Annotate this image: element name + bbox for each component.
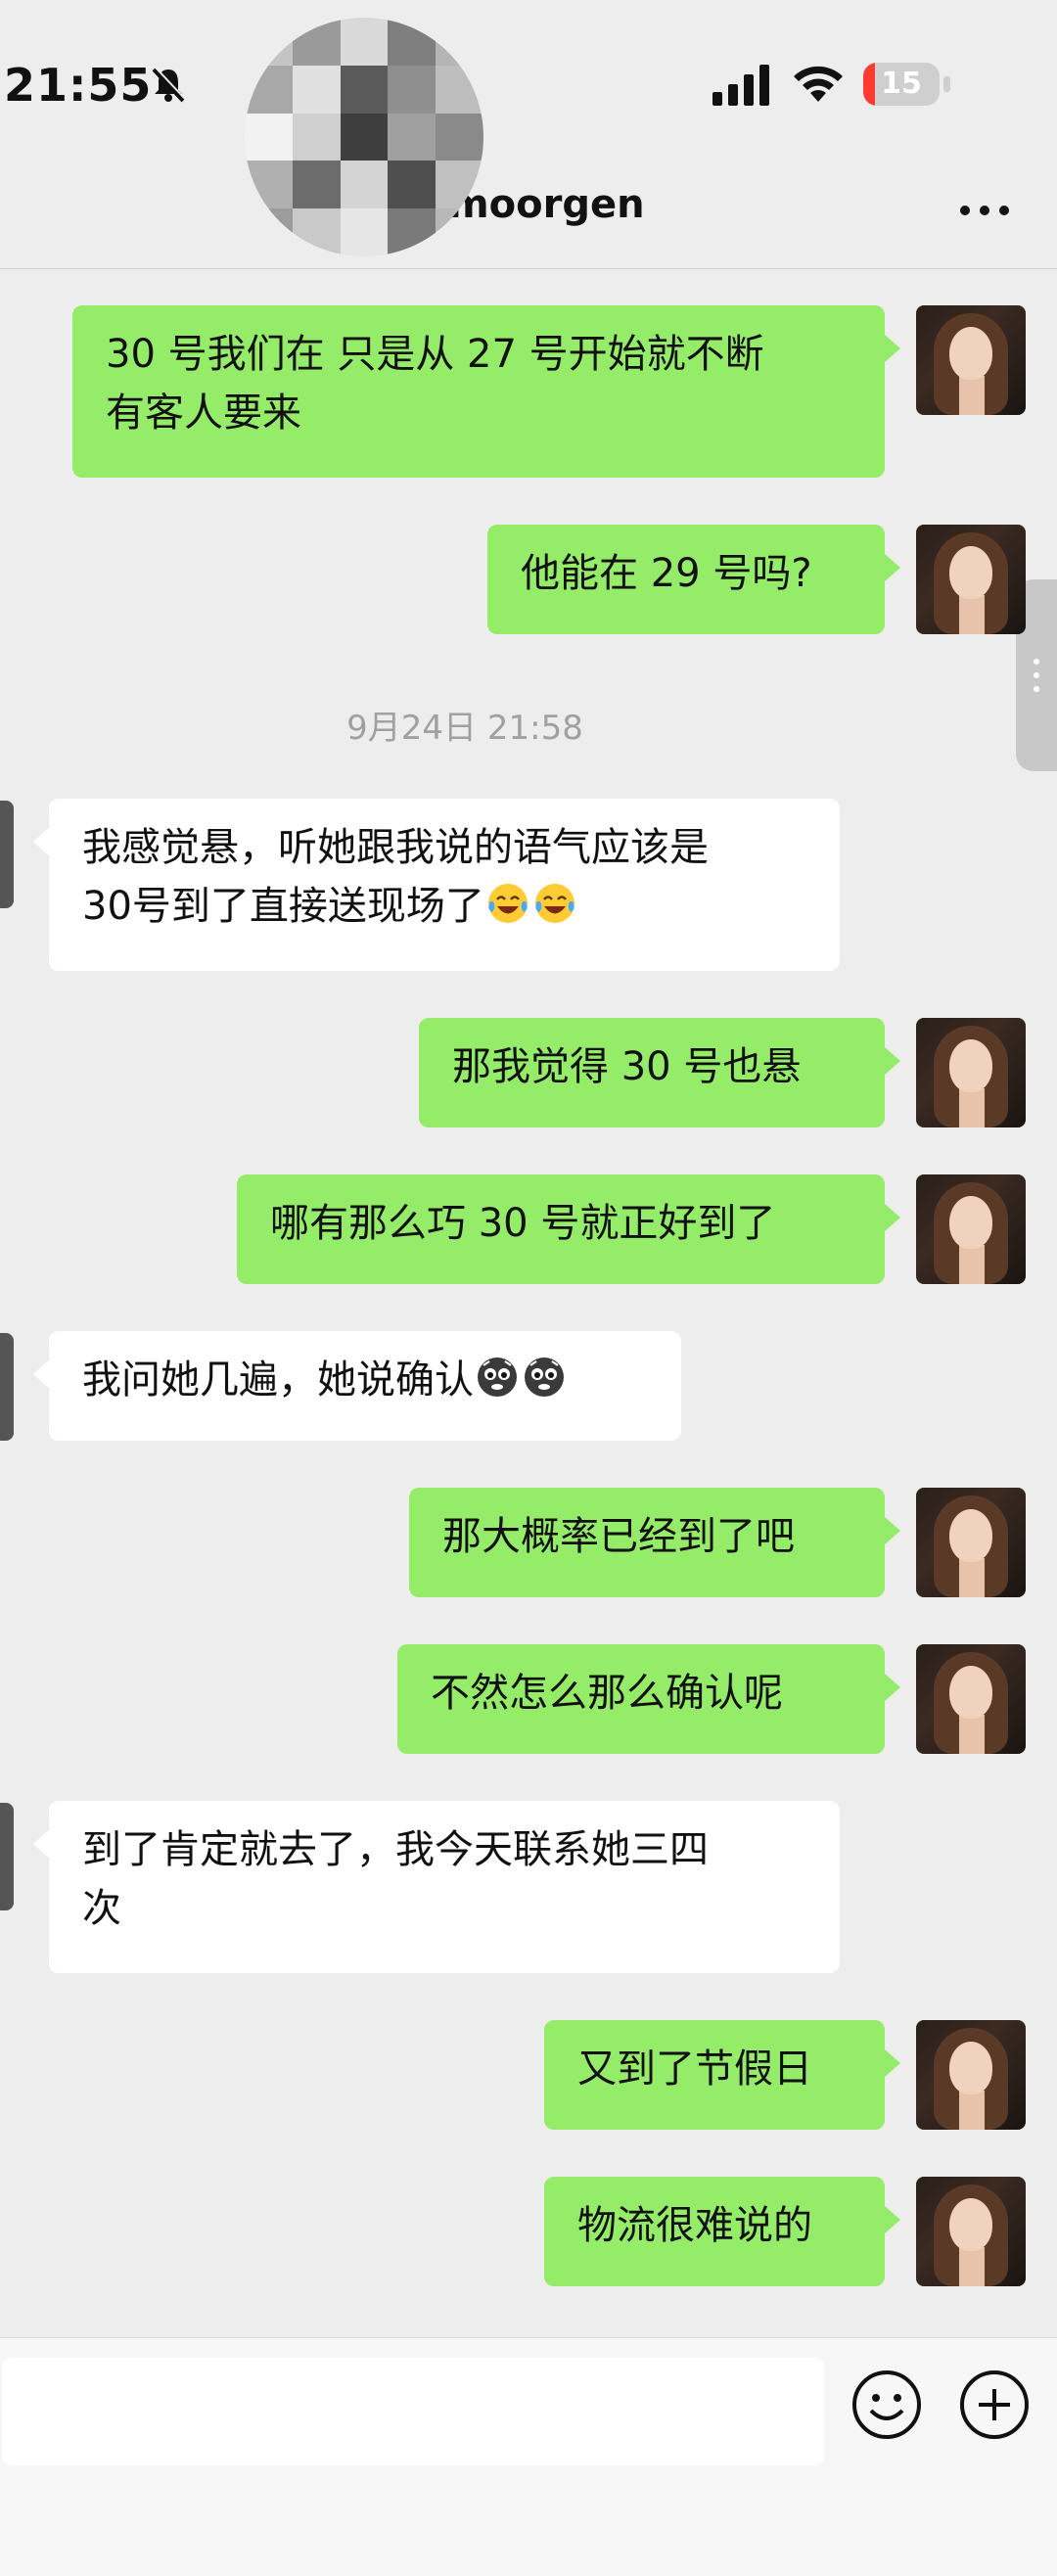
timestamp: 9月24日 21:58 — [346, 709, 583, 748]
input-bar — [0, 2337, 1057, 2576]
avatar-face — [949, 1196, 992, 1249]
outgoing-message-bubble[interactable]: 那大概率已经到了吧 — [409, 1488, 885, 1597]
bubble-tail — [33, 828, 49, 855]
message-input[interactable] — [2, 2358, 824, 2465]
tears-of-joy-emoji-2 — [534, 884, 574, 923]
bubble-tail — [885, 335, 900, 362]
avatar-neck — [959, 1715, 985, 1754]
outgoing-message-bubble[interactable]: 不然怎么那么确认呢 — [397, 1644, 885, 1754]
plus-icon[interactable] — [957, 2368, 1032, 2442]
emoji-icon[interactable] — [850, 2368, 924, 2442]
message-text-line: 那大概率已经到了吧 — [442, 1514, 795, 1559]
my-avatar[interactable] — [916, 1488, 1026, 1597]
avatar-neck — [959, 1088, 985, 1127]
clock: 21:55 — [4, 59, 153, 112]
avatar-face — [949, 2042, 992, 2094]
bell-muted-icon — [152, 67, 186, 103]
chat-screen: 21:55 15 moorgen 30 号我们在 只是从 27 号开始就不断 有… — [0, 0, 1057, 2576]
avatar-neck — [959, 2247, 985, 2286]
bubble-tail — [885, 1047, 900, 1075]
avatar-neck — [959, 1245, 985, 1284]
chat-header: moorgen — [0, 166, 1057, 269]
bubble-tail — [885, 2206, 900, 2233]
avatar-face — [949, 1509, 992, 1562]
contact-avatar-edge[interactable] — [0, 1803, 14, 1910]
my-avatar[interactable] — [916, 1644, 1026, 1754]
pixel-mosaic — [245, 18, 483, 256]
more-icon[interactable] — [957, 196, 1012, 225]
crying-face-emoji-2 — [525, 1357, 564, 1397]
tears-of-joy-emoji-1 — [487, 884, 528, 923]
bubble-tail — [885, 1204, 900, 1231]
message-text-line: 30 号我们在 只是从 27 号开始就不断 — [106, 332, 764, 377]
my-avatar[interactable] — [916, 2020, 1026, 2130]
message-text-line: 到了肯定就去了，我今天联系她三四 — [82, 1827, 709, 1872]
my-avatar[interactable] — [916, 525, 1026, 634]
bubble-tail — [885, 1517, 900, 1544]
my-avatar[interactable] — [916, 2177, 1026, 2286]
outgoing-message-bubble[interactable]: 他能在 29 号吗? — [487, 525, 885, 634]
avatar-neck — [959, 376, 985, 415]
avatar-face — [949, 1039, 992, 1092]
my-avatar[interactable] — [916, 1174, 1026, 1284]
message-text-line: 那我觉得 30 号也悬 — [452, 1044, 802, 1089]
message-text-line: 物流很难说的 — [577, 2203, 812, 2248]
message-text-line: 不然怎么那么确认呢 — [431, 1671, 783, 1716]
message-text-line: 我感觉悬，听她跟我说的语气应该是 — [82, 825, 709, 870]
avatar-neck — [959, 1558, 985, 1597]
wifi-icon — [794, 66, 843, 102]
avatar-neck — [959, 2091, 985, 2130]
signal-icon — [712, 65, 769, 106]
avatar-face — [949, 2198, 992, 2251]
message-text-line: 他能在 29 号吗? — [521, 551, 812, 596]
my-avatar[interactable] — [916, 1018, 1026, 1127]
crying-face-emoji-1 — [478, 1357, 517, 1397]
avatar-face — [949, 546, 992, 599]
message-text-line: 有客人要来 — [106, 391, 301, 436]
bubble-tail — [885, 554, 900, 581]
blurred-avatar — [245, 18, 483, 256]
my-avatar[interactable] — [916, 305, 1026, 415]
status-bar: 21:55 15 — [0, 0, 1057, 166]
message-text-line: 30号到了直接送现场了 — [82, 877, 806, 936]
outgoing-message-bubble[interactable]: 哪有那么巧 30 号就正好到了 — [237, 1174, 885, 1284]
battery-indicator: 15 — [863, 63, 951, 106]
battery-level: 15 — [881, 67, 922, 101]
avatar-face — [949, 1666, 992, 1719]
avatar-face — [949, 327, 992, 380]
bubble-tail — [33, 1830, 49, 1858]
incoming-message-bubble[interactable]: 到了肯定就去了，我今天联系她三四次 — [49, 1801, 840, 1973]
contact-avatar-edge[interactable] — [0, 1333, 14, 1441]
battery-tip — [943, 76, 950, 92]
bubble-tail — [885, 2049, 900, 2077]
contact-avatar-edge[interactable] — [0, 801, 14, 908]
battery-body: 15 — [863, 63, 940, 106]
drag-dots-icon — [1034, 659, 1039, 692]
incoming-message-bubble[interactable]: 我问她几遍，她说确认 — [49, 1331, 681, 1441]
message-text-line: 哪有那么巧 30 号就正好到了 — [270, 1201, 776, 1246]
incoming-message-bubble[interactable]: 我感觉悬，听她跟我说的语气应该是 30号到了直接送现场了 — [49, 799, 840, 971]
outgoing-message-bubble[interactable]: 30 号我们在 只是从 27 号开始就不断 有客人要来 — [72, 305, 885, 478]
outgoing-message-bubble[interactable]: 那我觉得 30 号也悬 — [419, 1018, 885, 1127]
message-text-line: 又到了节假日 — [577, 2047, 812, 2092]
bubble-tail — [885, 1674, 900, 1701]
bubble-tail — [33, 1360, 49, 1388]
outgoing-message-bubble[interactable]: 物流很难说的 — [544, 2177, 885, 2286]
chat-title: moorgen — [448, 182, 645, 227]
outgoing-message-bubble[interactable]: 又到了节假日 — [544, 2020, 885, 2130]
message-text-line: 我问她几遍，她说确认 — [82, 1351, 648, 1409]
message-text-line: 次 — [82, 1886, 121, 1931]
avatar-neck — [959, 595, 985, 634]
